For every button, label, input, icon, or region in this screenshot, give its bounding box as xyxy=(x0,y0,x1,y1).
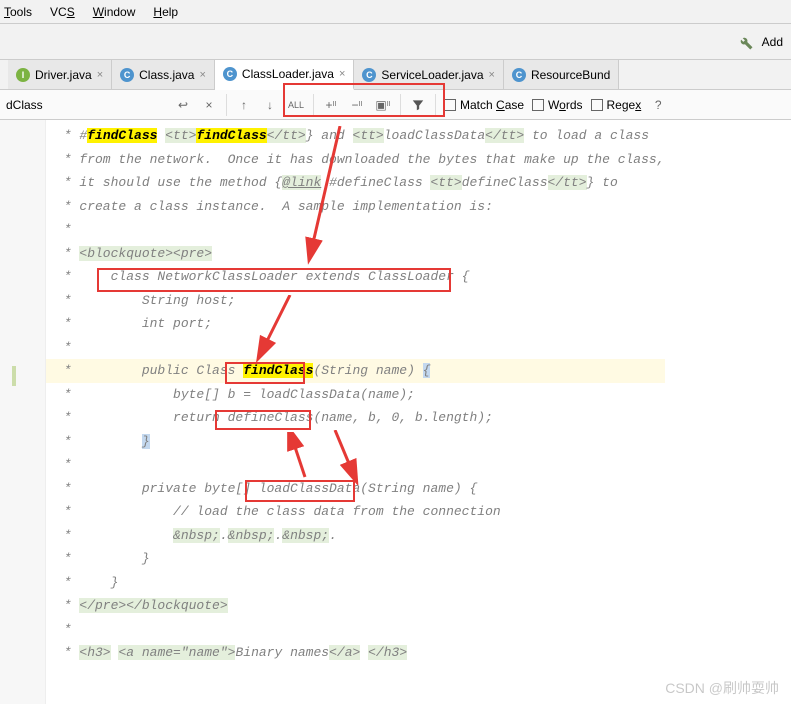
class-icon: C xyxy=(223,67,237,81)
select-occurrences-icon[interactable]: ▣II xyxy=(374,96,392,114)
search-input[interactable] xyxy=(6,98,166,112)
menu-help[interactable]: Help xyxy=(153,5,178,19)
tab-driver[interactable]: IDriver.java× xyxy=(8,60,112,89)
menu-tools[interactable]: TToolsools xyxy=(4,5,32,19)
class-icon: C xyxy=(362,68,376,82)
top-toolbar: Add xyxy=(0,24,791,60)
prev-match-icon[interactable]: ↑ xyxy=(235,96,253,114)
words-checkbox[interactable]: Words xyxy=(532,98,582,112)
arrow-icon xyxy=(300,126,360,266)
tab-serviceloader[interactable]: CServiceLoader.java× xyxy=(354,60,504,89)
find-bar: ↩ × ↑ ↓ ALL +II −II ▣II Match Case Words… xyxy=(0,90,791,120)
editor-tabs: IDriver.java× CClass.java× CClassLoader.… xyxy=(0,60,791,90)
remove-selection-icon[interactable]: −II xyxy=(348,96,366,114)
menu-vcs[interactable]: VCS xyxy=(50,5,75,19)
regex-checkbox[interactable]: Regex xyxy=(591,98,642,112)
code-editor[interactable]: * #findClass <tt>findClass</tt>} and <tt… xyxy=(0,120,791,704)
select-all-icon[interactable]: ALL xyxy=(287,96,305,114)
class-icon: C xyxy=(120,68,134,82)
gutter xyxy=(0,120,46,704)
tab-class[interactable]: CClass.java× xyxy=(112,60,215,89)
arrow-icon xyxy=(285,432,325,482)
clear-icon[interactable]: × xyxy=(200,96,218,114)
arrow-icon xyxy=(250,295,300,365)
class-icon: C xyxy=(512,68,526,82)
close-icon[interactable]: × xyxy=(489,69,495,81)
interface-icon: I xyxy=(16,68,30,82)
help-icon[interactable]: ? xyxy=(649,96,667,114)
tab-resourcebundle[interactable]: CResourceBund xyxy=(504,60,619,89)
tab-classloader[interactable]: CClassLoader.java× xyxy=(215,60,355,90)
add-selection-icon[interactable]: +II xyxy=(322,96,340,114)
filter-icon[interactable] xyxy=(409,96,427,114)
menu-window[interactable]: Window xyxy=(93,5,136,19)
history-icon[interactable]: ↩ xyxy=(174,96,192,114)
close-icon[interactable]: × xyxy=(97,69,103,81)
arrow-icon xyxy=(330,430,370,485)
add-button[interactable]: Add xyxy=(762,35,783,49)
close-icon[interactable]: × xyxy=(199,69,205,81)
close-icon[interactable]: × xyxy=(339,68,345,80)
next-match-icon[interactable]: ↓ xyxy=(261,96,279,114)
menu-bar: TToolsools VCS Window Help xyxy=(0,0,791,24)
wrench-icon[interactable] xyxy=(736,33,754,51)
match-case-checkbox[interactable]: Match Case xyxy=(444,98,524,112)
watermark: CSDN @刷帅耍帅 xyxy=(665,678,779,698)
